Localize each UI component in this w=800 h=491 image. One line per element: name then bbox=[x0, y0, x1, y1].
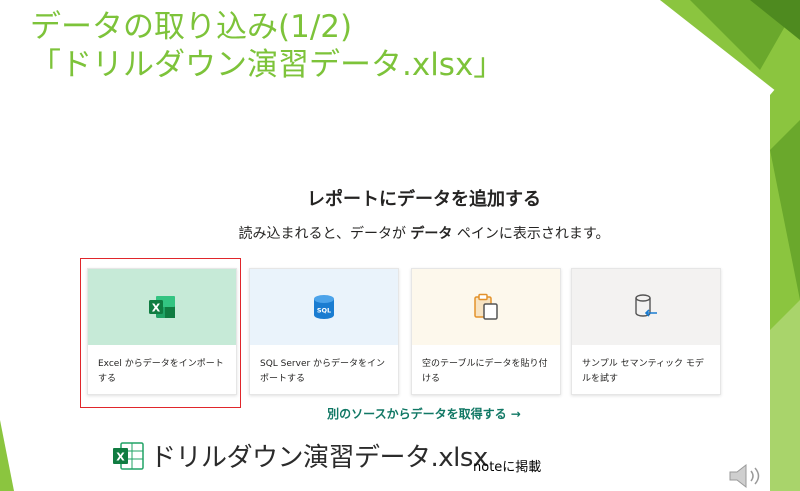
card-label: 空のテーブルにデータを貼り付ける bbox=[422, 359, 548, 384]
card-import-sql-server[interactable]: SQL SQL Server からデータをインポートする bbox=[249, 268, 399, 395]
add-data-panel: レポートにデータを追加する 読み込まれると、データが データ ペインに表示されま… bbox=[78, 93, 770, 491]
sql-database-icon: SQL bbox=[314, 295, 334, 319]
panel-subtitle: 読み込まれると、データが データ ペインに表示されます。 bbox=[78, 223, 770, 243]
panel-heading: レポートにデータを追加する bbox=[307, 189, 541, 210]
subtitle-before: 読み込まれると、データが bbox=[238, 226, 406, 242]
subtitle-after: ペインに表示されます。 bbox=[456, 226, 610, 242]
card-top: SQL bbox=[250, 269, 398, 345]
title-line-1: データの取り込み(1/2) bbox=[30, 9, 353, 45]
file-label: X ドリルダウン演習データ.xlsx bbox=[112, 437, 488, 474]
svg-text:X: X bbox=[116, 450, 125, 463]
card-top bbox=[412, 269, 560, 345]
file-name: ドリルダウン演習データ.xlsx bbox=[150, 443, 488, 473]
card-label: SQL Server からデータをインポートする bbox=[260, 359, 386, 384]
get-data-other-source-link[interactable]: 別のソースからデータを取得する → bbox=[78, 405, 770, 422]
excel-file-icon: X bbox=[113, 441, 144, 470]
subtitle-bold: データ bbox=[410, 226, 453, 242]
paste-table-icon bbox=[474, 293, 498, 320]
card-top bbox=[572, 269, 720, 345]
sample-model-icon bbox=[635, 294, 657, 317]
note-caption: noteに掲載 bbox=[473, 460, 542, 475]
speaker-icon[interactable] bbox=[726, 462, 766, 490]
slide-title: データの取り込み(1/2) 「ドリルダウン演習データ.xlsx」 bbox=[30, 8, 504, 84]
card-label: サンプル セマンティック モデルを試す bbox=[582, 359, 704, 384]
highlight-box bbox=[80, 258, 241, 408]
sql-icon-text: SQL bbox=[317, 307, 331, 315]
card-paste-table[interactable]: 空のテーブルにデータを貼り付ける bbox=[411, 268, 561, 395]
card-sample-semantic-model[interactable]: サンプル セマンティック モデルを試す bbox=[571, 268, 721, 395]
title-line-2: 「ドリルダウン演習データ.xlsx」 bbox=[30, 47, 505, 83]
